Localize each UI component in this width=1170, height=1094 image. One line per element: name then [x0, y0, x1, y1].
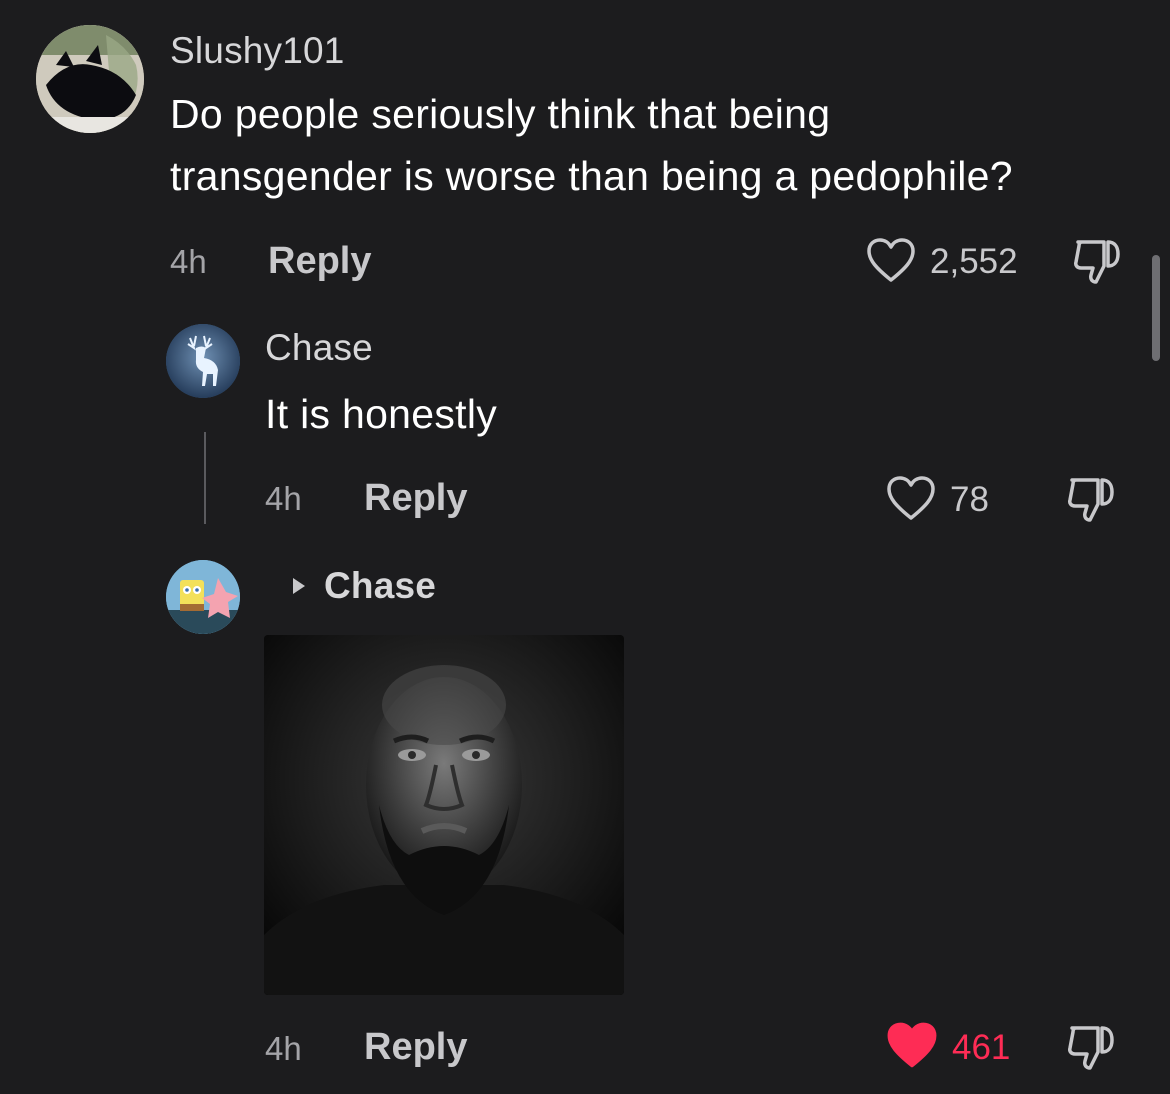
comment-username[interactable]: Slushy101 [170, 30, 345, 72]
like-count: 2,552 [930, 242, 1018, 281]
like-button[interactable] [866, 238, 916, 284]
like-count: 461 [952, 1028, 1011, 1067]
dislike-button[interactable] [1064, 1022, 1120, 1074]
heart-outline-icon [887, 476, 935, 520]
dislike-button[interactable] [1064, 474, 1120, 526]
reply-button[interactable]: Reply [268, 240, 371, 283]
comment-timestamp: 4h [265, 480, 302, 517]
avatar-commenter[interactable] [166, 560, 240, 634]
comment-timestamp: 4h [265, 1030, 302, 1067]
reply-button[interactable]: Reply [364, 1026, 467, 1069]
white-deer-avatar-icon [166, 324, 240, 398]
thumbs-down-icon [1068, 1026, 1114, 1070]
avatar-chase[interactable] [166, 324, 240, 398]
comment-timestamp: 4h [170, 243, 207, 280]
thread-line [204, 432, 206, 524]
comment-text: It is honestly [265, 391, 498, 437]
like-button[interactable] [886, 1022, 938, 1070]
comment-text: Do people seriously think that being tra… [170, 83, 1150, 207]
reply-button[interactable]: Reply [364, 477, 467, 520]
thumbs-down-icon [1074, 240, 1120, 284]
grayscale-portrait-image-icon [264, 635, 624, 995]
comment-username[interactable]: Chase [265, 327, 373, 369]
heart-outline-icon [867, 238, 915, 282]
like-count: 78 [950, 480, 989, 519]
comment-image[interactable] [264, 635, 624, 995]
avatar-slushy101[interactable] [36, 25, 144, 133]
reply-to-username: Chase [324, 565, 437, 606]
heart-filled-icon [887, 1022, 937, 1068]
thumbs-down-icon [1068, 478, 1114, 522]
like-button[interactable] [886, 476, 936, 522]
scrollbar[interactable] [1152, 255, 1160, 361]
dislike-button[interactable] [1070, 236, 1126, 288]
spongebob-patrick-avatar-icon [166, 560, 240, 634]
play-triangle-icon [293, 578, 305, 594]
comment-text-line: Do people seriously think that being [170, 91, 831, 137]
reply-to-indicator[interactable]: Chase [290, 565, 437, 606]
comment-text-line: transgender is worse than being a pedoph… [170, 153, 1013, 199]
black-cat-avatar-icon [36, 25, 144, 133]
